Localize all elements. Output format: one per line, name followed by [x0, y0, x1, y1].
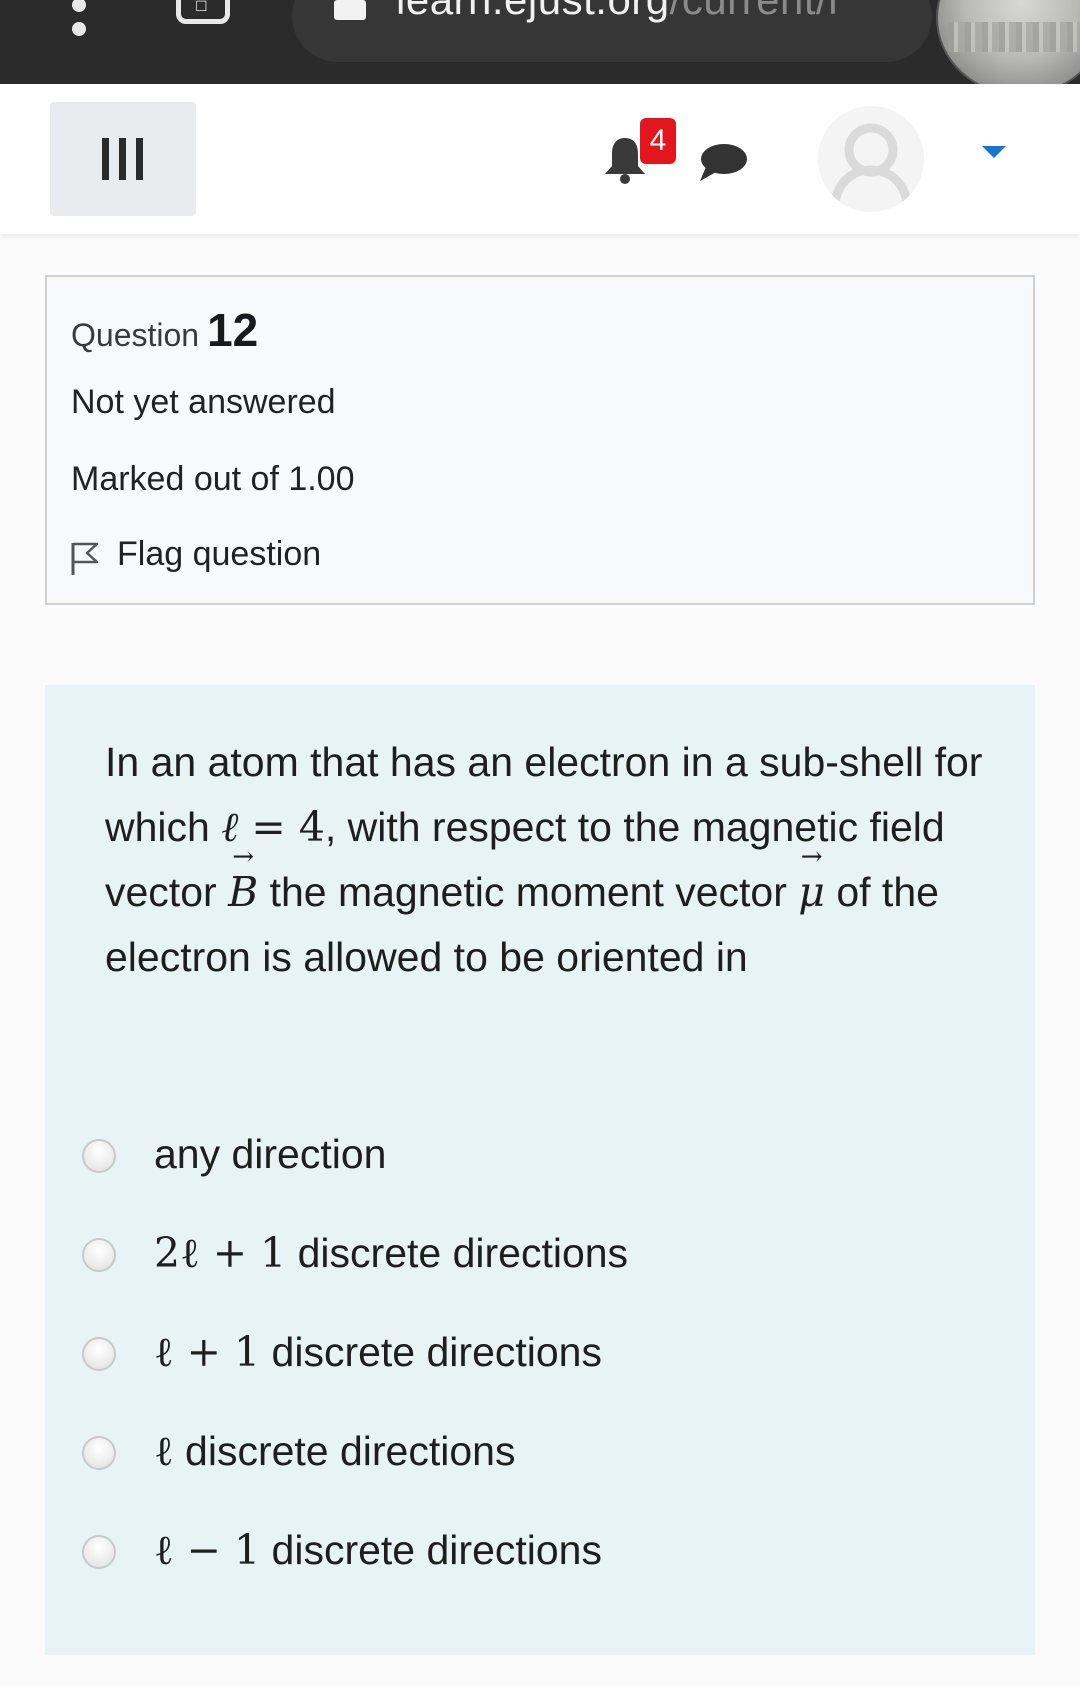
hamburger-icon — [102, 138, 144, 180]
answer-label: ℓ − 1 discrete directions — [154, 1526, 602, 1574]
nav-drawer-button[interactable] — [50, 102, 196, 216]
answer-label: 2ℓ + 1 discrete directions — [154, 1229, 629, 1277]
user-avatar-icon — [818, 106, 924, 212]
answer-option-2[interactable]: 2ℓ + 1 discrete directions — [82, 1219, 942, 1289]
user-menu-caret-icon[interactable] — [982, 146, 1006, 158]
question-text-part3: the magnetic moment vector — [258, 869, 787, 915]
vector-mu-symbol: μ → — [798, 842, 825, 916]
answer-option-1[interactable]: any direction — [82, 1120, 942, 1190]
answer-label: ℓ + 1 discrete directions — [154, 1328, 602, 1376]
user-avatar[interactable] — [818, 106, 924, 212]
tab-switcher-icon[interactable]: ☐ — [176, 0, 230, 24]
profile-photo-overlay — [936, 0, 1080, 96]
answer-label: ℓ discrete directions — [154, 1427, 516, 1475]
chat-bubble-icon[interactable] — [696, 141, 748, 185]
question-info-box: Question 12 Not yet answered Marked out o… — [45, 275, 1035, 605]
question-text: In an atom that has an electron in a sub… — [105, 730, 985, 990]
question-title: Question 12 — [71, 303, 258, 357]
answer-option-3[interactable]: ℓ + 1 discrete directions — [82, 1318, 942, 1388]
url-path: /current/l — [670, 0, 838, 23]
browser-toolbar: ☐ learn.ejust.org/current/l — [0, 0, 1080, 96]
url-text: learn.ejust.org/current/l — [396, 0, 838, 24]
address-bar[interactable]: learn.ejust.org/current/l — [292, 0, 932, 62]
answer-label: any direction — [154, 1131, 387, 1177]
question-state: Not yet answered — [71, 383, 336, 421]
radio-button[interactable] — [82, 1337, 116, 1371]
vector-B-symbol: B → — [228, 842, 259, 916]
question-number: 12 — [207, 304, 259, 356]
answer-option-5[interactable]: ℓ − 1 discrete directions — [82, 1516, 942, 1586]
radio-button[interactable] — [82, 1436, 116, 1470]
answer-option-4[interactable]: ℓ discrete directions — [82, 1417, 942, 1487]
notification-badge: 4 — [640, 118, 676, 164]
question-grade: Marked out of 1.00 — [71, 460, 355, 498]
flag-icon — [71, 542, 99, 575]
radio-button[interactable] — [82, 1238, 116, 1272]
lock-icon — [334, 0, 366, 20]
flag-question-label: Flag question — [117, 535, 322, 573]
url-host: learn.ejust.org — [396, 0, 670, 23]
question-label: Question — [71, 317, 200, 353]
radio-button[interactable] — [82, 1535, 116, 1569]
radio-button[interactable] — [82, 1139, 116, 1173]
site-header: 4 — [0, 84, 1080, 234]
browser-menu-icon[interactable] — [72, 0, 86, 60]
